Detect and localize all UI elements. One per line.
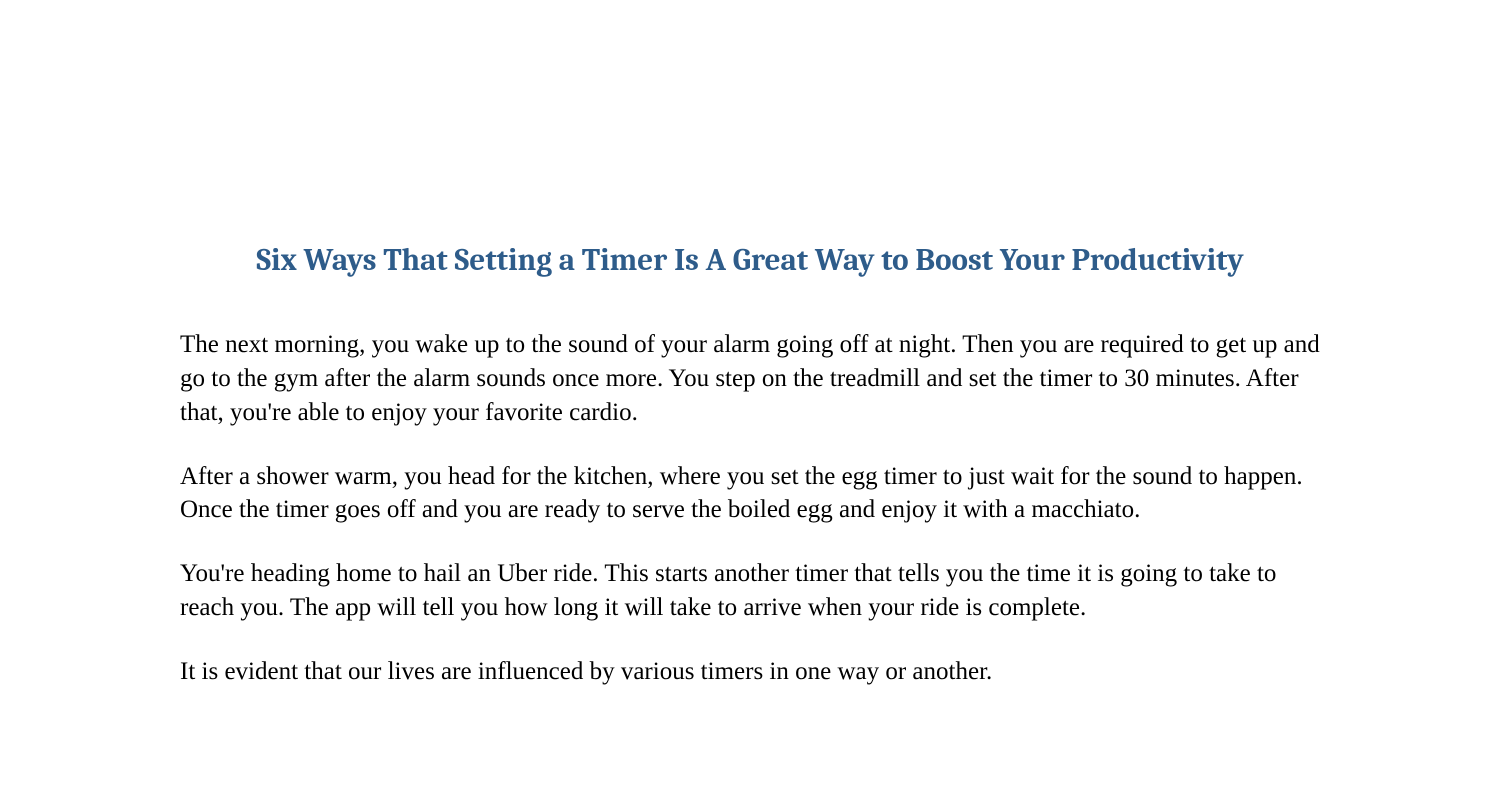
paragraph-4: It is evident that our lives are influen… (180, 655, 1320, 689)
document-title: Six Ways That Setting a Timer Is A Great… (180, 240, 1320, 280)
paragraph-3: You're heading home to hail an Uber ride… (180, 557, 1320, 625)
paragraph-1: The next morning, you wake up to the sou… (180, 328, 1320, 429)
paragraph-2: After a shower warm, you head for the ki… (180, 460, 1320, 528)
